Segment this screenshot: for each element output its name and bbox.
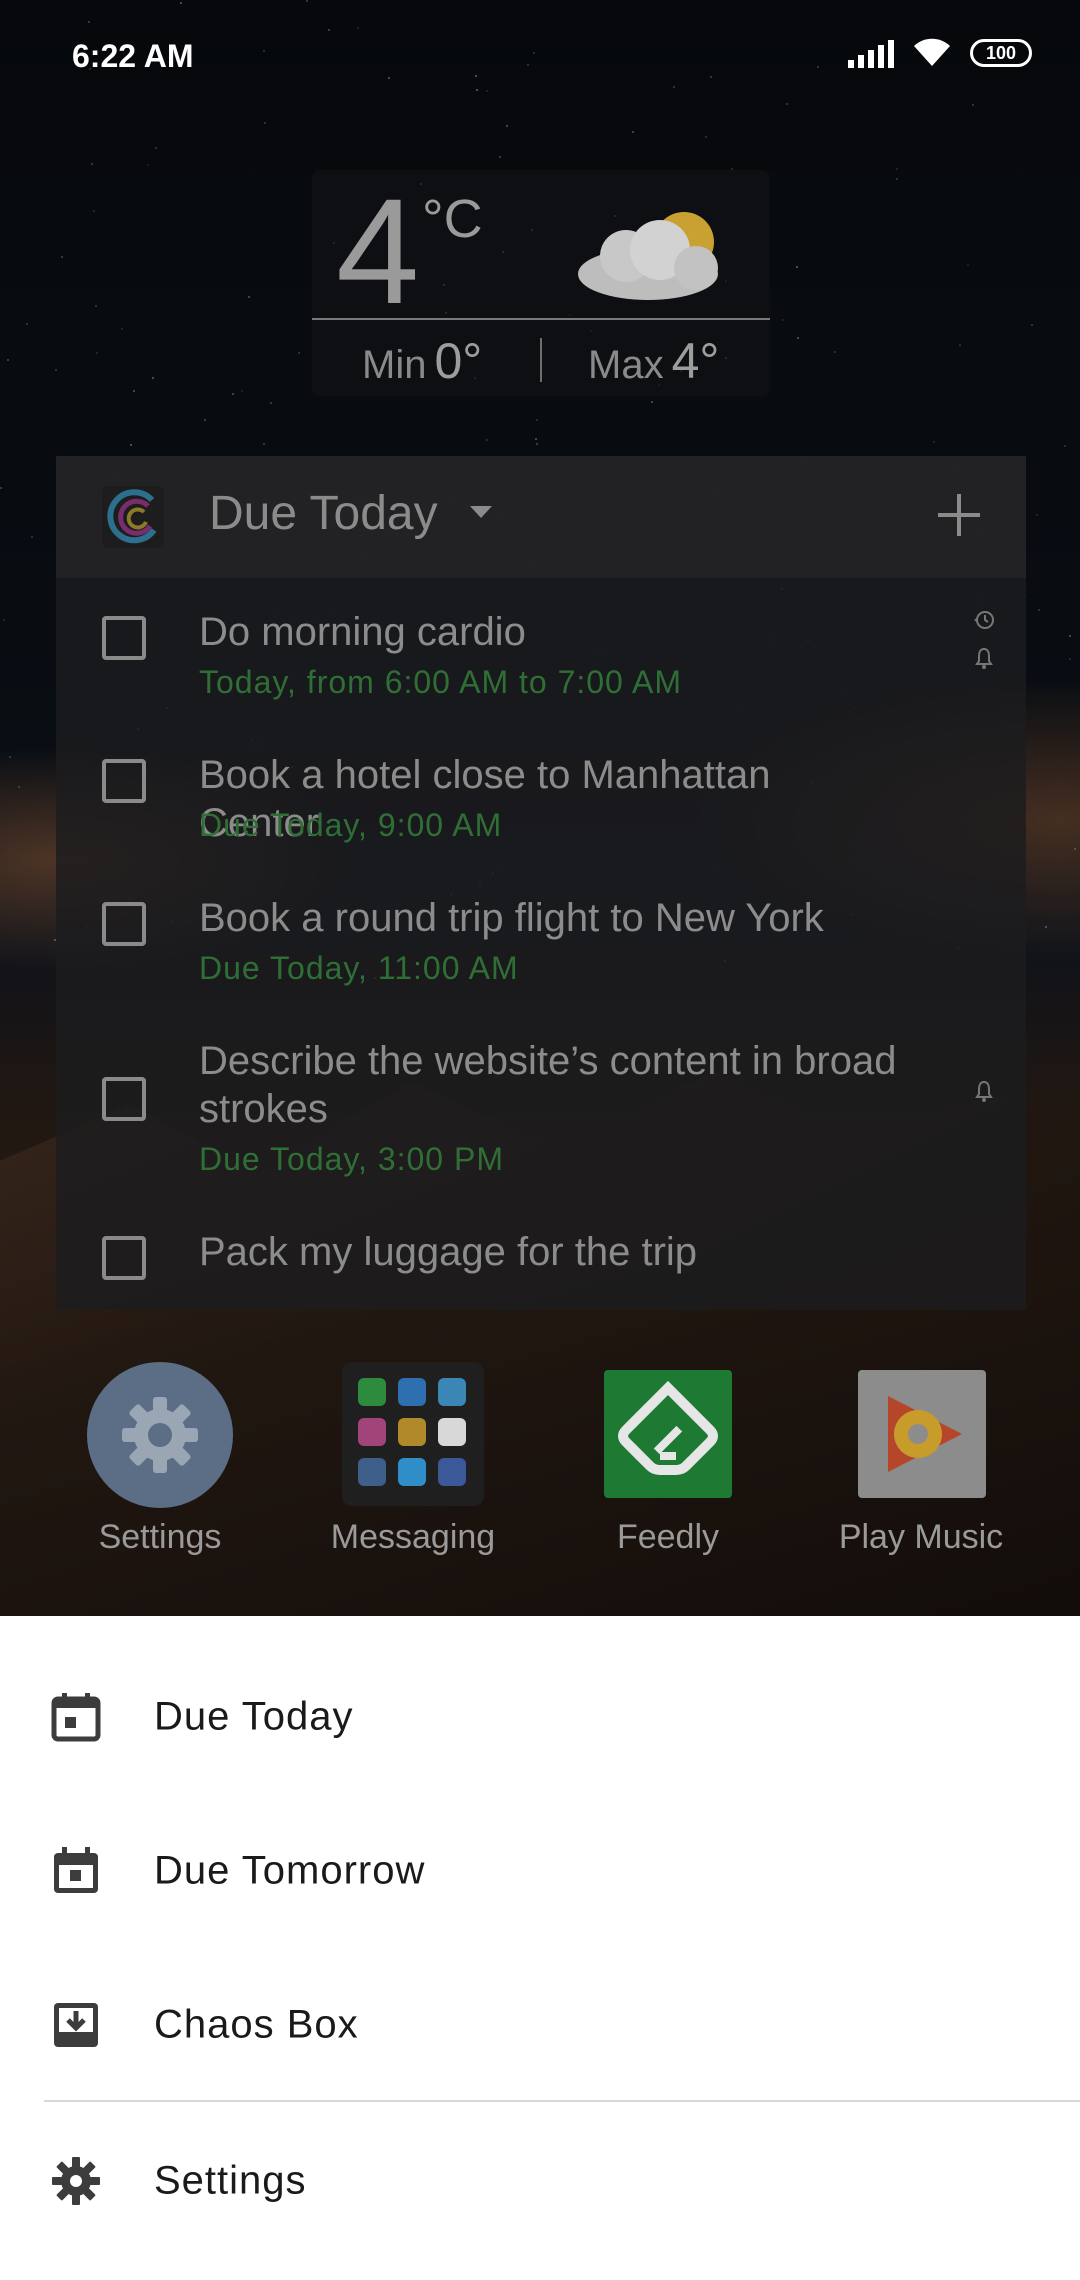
task-title: Book a round trip flight to New York (199, 896, 824, 940)
task-checkbox[interactable] (102, 1236, 146, 1280)
sheet-item-due-tomorrow[interactable]: Due Tomorrow (0, 1794, 1080, 1948)
weather-temperature: 4 (336, 167, 420, 335)
chevron-down-icon[interactable] (470, 506, 492, 518)
dock-label-settings: Settings (98, 1518, 222, 1556)
gear-icon (52, 2157, 100, 2205)
messaging-folder-icon[interactable] (342, 1362, 484, 1506)
sheet-label: Due Today (154, 1694, 354, 1739)
task-item[interactable]: Pack my luggage for the trip (56, 1218, 1026, 1310)
task-title: Do morning cardio (199, 610, 526, 654)
task-checkbox[interactable] (102, 1077, 146, 1121)
weather-separator (540, 338, 542, 382)
sheet-label: Due Tomorrow (154, 1848, 426, 1893)
task-due: Today, from 6:00 AM to 7:00 AM (199, 664, 682, 700)
task-checkbox[interactable] (102, 616, 146, 660)
task-widget: Due Today Do morning cardio Today, from … (56, 456, 1026, 1310)
task-checkbox[interactable] (102, 759, 146, 803)
sheet-item-settings[interactable]: Settings (0, 2104, 1080, 2258)
sheet-divider (44, 2100, 1080, 2102)
signal-icon (848, 38, 894, 68)
sheet-label: Chaos Box (154, 2002, 359, 2047)
sheet-item-chaos-box[interactable]: Chaos Box (0, 1948, 1080, 2102)
task-item[interactable]: Describe the website’s content in broad … (56, 1027, 1026, 1197)
status-time: 6:22 AM (72, 38, 194, 74)
task-title: Describe the website’s content in broad … (199, 1039, 897, 1131)
sheet-label: Settings (154, 2158, 307, 2203)
task-widget-header: Due Today (56, 456, 1026, 578)
task-title: Pack my luggage for the trip (199, 1230, 698, 1274)
dock-label-play-music: Play Music (838, 1518, 1004, 1556)
task-meta (972, 1079, 996, 1117)
bell-icon (975, 647, 993, 669)
widget-title[interactable]: Due Today (209, 486, 438, 541)
task-item[interactable]: Do morning cardio Today, from 6:00 AM to… (56, 598, 1026, 718)
inbox-download-icon (54, 2003, 98, 2047)
feedly-icon[interactable] (604, 1370, 732, 1498)
dock-label-feedly: Feedly (616, 1518, 720, 1556)
bell-icon (975, 1080, 993, 1102)
task-item[interactable]: Book a round trip flight to New York Due… (56, 884, 1026, 1004)
sheet-item-due-today[interactable]: Due Today (0, 1640, 1080, 1794)
task-due: Due Today, 11:00 AM (199, 950, 519, 986)
weather-min: Min 0° (362, 333, 483, 389)
task-meta (972, 608, 996, 684)
status-bar: 6:22 AM 100 (0, 0, 1080, 118)
task-due: Due Today, 9:00 AM (199, 807, 503, 843)
status-icons: 100 (848, 38, 1032, 68)
calendar-tomorrow-icon (54, 1847, 98, 1893)
task-due: Due Today, 3:00 PM (199, 1141, 504, 1177)
gear-icon (122, 1397, 198, 1473)
recurrence-icon (974, 611, 994, 629)
wifi-icon (914, 38, 950, 66)
weather-max: Max 4° (588, 333, 720, 389)
task-item[interactable]: Book a hotel close to Manhattan Center D… (56, 741, 1026, 861)
add-task-icon[interactable] (938, 494, 980, 536)
weather-widget[interactable]: 4 °C Min 0° Max 4° (312, 170, 770, 396)
play-music-icon[interactable] (858, 1370, 986, 1498)
settings-app-icon[interactable] (87, 1362, 233, 1508)
weather-unit: °C (422, 189, 483, 249)
dock-label-messaging: Messaging (330, 1518, 496, 1556)
partly-cloudy-icon (578, 212, 718, 300)
task-checkbox[interactable] (102, 902, 146, 946)
app-logo-icon[interactable] (102, 486, 164, 548)
battery-icon: 100 (970, 39, 1032, 67)
weather-divider (312, 318, 770, 320)
calendar-today-icon (51, 1693, 101, 1742)
